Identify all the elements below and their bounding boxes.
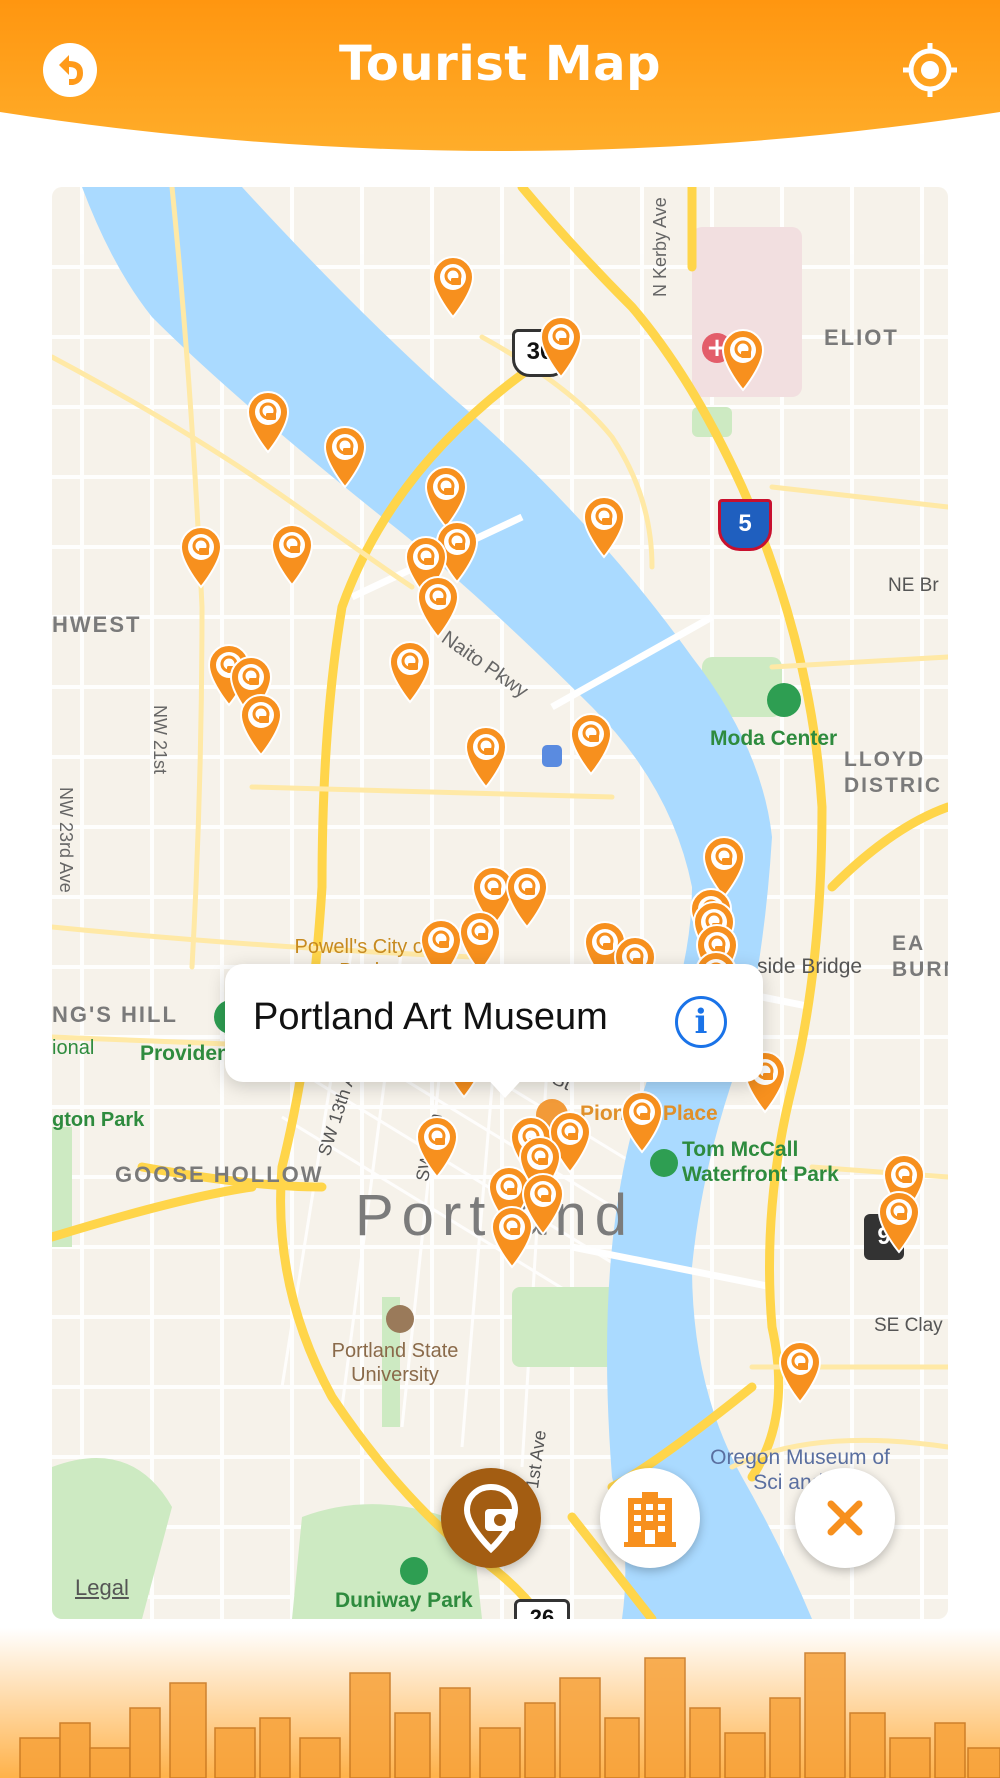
- close-button[interactable]: [795, 1468, 895, 1568]
- hotel-building-icon: [624, 1492, 676, 1547]
- map-label-ington-park: gton Park: [52, 1109, 145, 1131]
- attraction-pin[interactable]: [414, 575, 462, 639]
- map-label-tom-mccall: Tom McCall Waterfront Park: [682, 1138, 839, 1186]
- attraction-pin[interactable]: [488, 1205, 536, 1269]
- map-view[interactable]: ELIOT NE Br HWEST Moda Center LLOYD DIST…: [52, 187, 948, 1619]
- attraction-pin[interactable]: [462, 725, 510, 789]
- map-label-se-clay: SE Clay: [874, 1315, 943, 1336]
- map-label-portland-state: Portland State University: [331, 1340, 459, 1386]
- map-label-ea-burn: EA BURN: [892, 932, 948, 981]
- legal-link[interactable]: Legal: [75, 1575, 129, 1601]
- i-5-shield: 5: [718, 499, 772, 551]
- map-label-goose-hollow: GOOSE HOLLOW: [115, 1162, 324, 1187]
- hotel-button[interactable]: [600, 1468, 700, 1568]
- attraction-pin[interactable]: [268, 523, 316, 587]
- attraction-pin[interactable]: [567, 712, 615, 776]
- attraction-pin[interactable]: [429, 255, 477, 319]
- attraction-pin[interactable]: [177, 525, 225, 589]
- attraction-pin[interactable]: [386, 640, 434, 704]
- street-label-nw-21st: NW 21st: [150, 705, 170, 775]
- page-title: Tourist Map: [339, 36, 661, 92]
- close-icon: [827, 1500, 863, 1536]
- attraction-pin[interactable]: [719, 328, 767, 392]
- park-icon-duniway: [400, 1557, 428, 1585]
- street-label-n-kerby: N Kerby Ave: [650, 197, 670, 297]
- attraction-pin[interactable]: [321, 425, 369, 489]
- locate-crosshair-icon: [903, 43, 957, 97]
- info-button[interactable]: i: [675, 996, 727, 1048]
- attraction-pin[interactable]: [580, 495, 628, 559]
- transit-icon: [542, 745, 562, 767]
- skyline-footer: [0, 1628, 1000, 1778]
- attraction-pin[interactable]: [237, 693, 285, 757]
- camera-pin-icon: [463, 1483, 519, 1553]
- attraction-pin[interactable]: [244, 390, 292, 454]
- street-label-nw-23rd: NW 23rd Ave: [56, 787, 76, 893]
- camera-button[interactable]: [441, 1468, 541, 1568]
- app-header: Tourist Map: [0, 0, 1000, 160]
- attraction-pin[interactable]: [503, 865, 551, 929]
- map-label-ional: ional: [52, 1037, 95, 1059]
- place-callout[interactable]: Portland Art Museum i: [225, 964, 763, 1098]
- map-label-northwest: HWEST: [52, 612, 142, 637]
- map-label-eliot: ELIOT: [824, 325, 899, 350]
- us-26-shield: 26: [514, 1599, 570, 1619]
- locate-button[interactable]: [898, 38, 962, 102]
- map-label-ne-br: NE Br: [888, 575, 939, 596]
- map-label-moda-center: Moda Center: [710, 727, 838, 750]
- attraction-pin[interactable]: [413, 1115, 461, 1179]
- attraction-pin[interactable]: [875, 1190, 923, 1254]
- callout-title: Portland Art Museum: [253, 996, 608, 1038]
- map-label-duniway-park: Duniway Park: [335, 1589, 473, 1612]
- attraction-pin[interactable]: [537, 315, 585, 379]
- attraction-pin[interactable]: [776, 1340, 824, 1404]
- callout-tail: [483, 1074, 527, 1098]
- stadium-icon: [767, 683, 801, 717]
- map-label-eastside-bridge: side Bridge: [757, 955, 863, 978]
- info-icon: i: [694, 1002, 708, 1042]
- attraction-pin[interactable]: [618, 1090, 666, 1154]
- map-label-kings-hill: NG'S HILL: [52, 1002, 178, 1027]
- university-icon: [386, 1305, 414, 1333]
- map-label-lloyd-district: LLOYD DISTRIC: [844, 748, 942, 797]
